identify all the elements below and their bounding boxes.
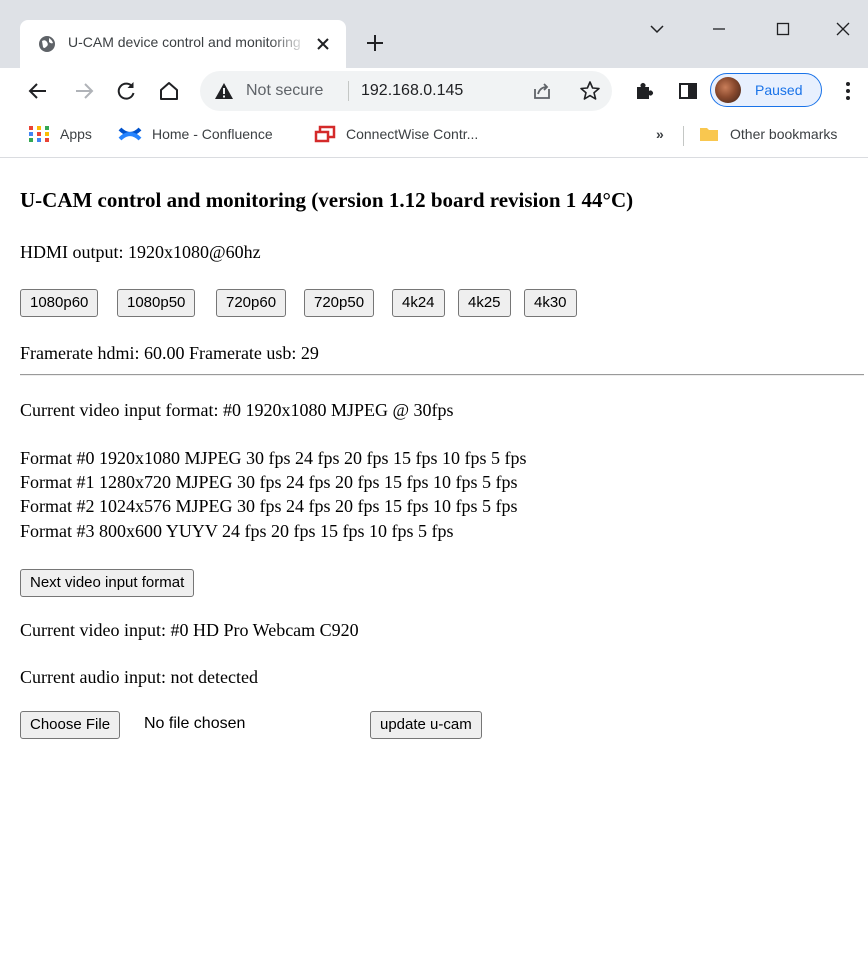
resolution-button-1080p60[interactable]: 1080p60 (20, 289, 99, 317)
resolution-button-4k24[interactable]: 4k24 (392, 289, 445, 317)
other-bookmarks-label: Other bookmarks (730, 126, 838, 142)
back-arrow-icon[interactable] (26, 79, 50, 103)
bookmark-label: Home - Confluence (152, 126, 273, 142)
browser-tab-active[interactable]: U-CAM device control and monitoring (20, 20, 346, 68)
overflow-chevron-icon: » (656, 126, 664, 142)
bookmark-apps[interactable]: Apps (28, 114, 92, 154)
update-ucam-button[interactable]: update u-cam (370, 711, 482, 739)
bookmark-label: Apps (60, 126, 92, 142)
current-audio-input-text: Current audio input: not detected (20, 667, 258, 687)
security-status-label[interactable]: Not secure (246, 82, 323, 100)
maximize-icon[interactable] (770, 16, 796, 42)
apps-grid-icon (29, 126, 49, 142)
url-text[interactable]: 192.168.0.145 (361, 82, 463, 100)
resolution-button-4k30[interactable]: 4k30 (524, 289, 577, 317)
folder-icon (700, 128, 718, 141)
address-separator (348, 81, 349, 101)
next-video-format-button[interactable]: Next video input format (20, 569, 195, 597)
close-tab-icon[interactable] (313, 34, 333, 54)
minimize-icon[interactable] (706, 16, 732, 42)
bookmark-connectwise[interactable]: ConnectWise Contr... (314, 114, 478, 154)
other-bookmarks-folder[interactable]: Other bookmarks (698, 114, 837, 154)
format-list-item: Format #0 1920x1080 MJPEG 30 fps 24 fps … (20, 448, 527, 468)
close-window-icon[interactable] (830, 16, 856, 42)
home-icon[interactable] (157, 79, 181, 103)
current-video-format-text: Current video input format: #0 1920x1080… (20, 400, 454, 420)
bookmarks-separator (683, 126, 684, 146)
resolution-button-720p50[interactable]: 720p50 (304, 289, 375, 317)
bookmarks-overflow-button[interactable]: » (656, 114, 664, 154)
browser-titlebar: U-CAM device control and monitoring (0, 0, 868, 68)
connectwise-icon (314, 125, 336, 143)
profile-button[interactable]: Paused (710, 73, 822, 107)
new-tab-icon[interactable] (364, 32, 386, 54)
framerate-text: Framerate hdmi: 60.00 Framerate usb: 29 (20, 343, 319, 363)
address-bar[interactable]: Not secure 192.168.0.145 (200, 71, 612, 111)
resolution-button-1080p50[interactable]: 1080p50 (117, 289, 196, 317)
resolution-button-4k25[interactable]: 4k25 (458, 289, 511, 317)
extensions-puzzle-icon[interactable] (632, 79, 656, 103)
globe-icon (39, 36, 55, 52)
tab-search-chevron-icon[interactable] (644, 16, 670, 42)
share-icon[interactable] (530, 79, 554, 103)
browser-toolbar: Not secure 192.168.0.145 Paused (0, 68, 868, 114)
format-list-item: Format #2 1024x576 MJPEG 30 fps 24 fps 2… (20, 496, 518, 516)
bookmark-star-icon[interactable] (578, 79, 602, 103)
profile-status-label: Paused (755, 82, 803, 98)
warning-triangle-icon[interactable] (214, 82, 234, 100)
reload-icon[interactable] (114, 79, 138, 103)
bookmark-label: ConnectWise Contr... (346, 126, 479, 142)
divider (20, 374, 864, 376)
choose-file-button[interactable]: Choose File (20, 711, 121, 739)
avatar (715, 77, 741, 103)
format-list-item: Format #1 1280x720 MJPEG 30 fps 24 fps 2… (20, 472, 518, 492)
no-file-chosen-label: No file chosen (144, 715, 246, 732)
format-list-item: Format #3 800x600 YUYV 24 fps 20 fps 15 … (20, 521, 454, 541)
bookmarks-bar: Apps Home - Confluence ConnectWise Contr… (0, 114, 868, 158)
page-title: U-CAM control and monitoring (version 1.… (20, 188, 634, 212)
hdmi-output-text: HDMI output: 1920x1080@60hz (20, 242, 261, 262)
tab-title: U-CAM device control and monitoring (68, 34, 301, 50)
confluence-icon (118, 127, 142, 141)
bookmark-confluence[interactable]: Home - Confluence (118, 114, 273, 154)
side-panel-icon[interactable] (676, 79, 700, 103)
page-viewport: U-CAM control and monitoring (version 1.… (0, 158, 868, 971)
more-menu-icon[interactable] (836, 79, 860, 103)
forward-arrow-icon[interactable] (72, 79, 96, 103)
resolution-button-720p60[interactable]: 720p60 (216, 289, 287, 317)
current-video-input-text: Current video input: #0 HD Pro Webcam C9… (20, 620, 359, 640)
